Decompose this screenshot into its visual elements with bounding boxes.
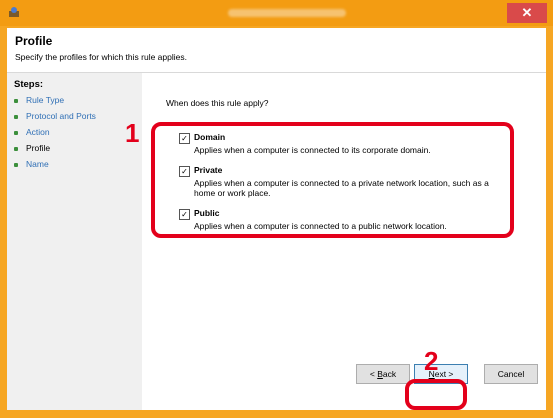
wizard-header: Profile Specify the profiles for which t… <box>7 28 546 73</box>
step-bullet-icon <box>14 130 18 135</box>
step-rule-type[interactable]: Rule Type <box>14 95 64 105</box>
back-button[interactable]: < Back <box>356 364 410 384</box>
step-bullet-icon <box>14 162 18 167</box>
step-bullet-icon <box>14 146 18 151</box>
step-protocol-and-ports[interactable]: Protocol and Ports <box>14 111 96 121</box>
step-name[interactable]: Name <box>14 159 49 169</box>
question-text: When does this rule apply? <box>166 98 269 108</box>
callout-1-number: 1 <box>125 118 140 148</box>
window-title-blurred <box>228 9 346 17</box>
step-label: Action <box>26 127 50 137</box>
cancel-button[interactable]: Cancel <box>484 364 538 384</box>
callout-1-highlight <box>151 122 514 238</box>
steps-pane: Steps: Rule Type Protocol and Ports Acti… <box>7 73 142 410</box>
step-bullet-icon <box>14 114 18 119</box>
step-action[interactable]: Action <box>14 127 50 137</box>
title-bar[interactable]: ✕ <box>0 0 553 26</box>
callout-2-number: 2 <box>424 346 439 376</box>
steps-title: Steps: <box>14 79 44 90</box>
step-label: Profile <box>26 143 51 153</box>
back-rest: ack <box>382 369 397 379</box>
page-title: Profile <box>15 34 53 48</box>
step-bullet-icon <box>14 98 18 103</box>
firewall-app-icon <box>9 7 19 17</box>
step-label: Name <box>26 159 49 169</box>
close-button[interactable]: ✕ <box>507 3 547 23</box>
step-label: Rule Type <box>26 95 65 105</box>
step-label: Protocol and Ports <box>26 111 96 121</box>
step-profile[interactable]: Profile <box>14 143 50 153</box>
callout-2-highlight <box>405 379 467 410</box>
page-subtitle: Specify the profiles for which this rule… <box>15 52 187 62</box>
